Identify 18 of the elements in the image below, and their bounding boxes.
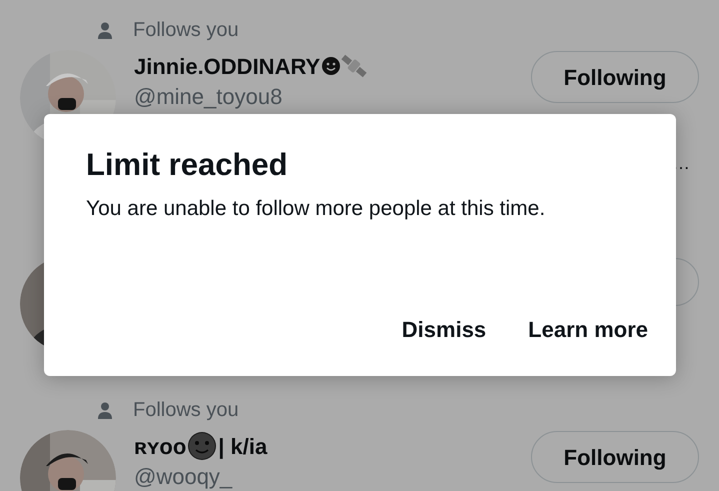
dialog-message: You are unable to follow more people at this time.	[86, 196, 546, 222]
smiley-icon	[187, 431, 218, 461]
follows-you-label: Follows you	[133, 18, 239, 43]
user-name: Jinnie.ODDINARY	[134, 52, 320, 80]
person-icon	[98, 22, 112, 38]
user-handle: @wooqy_	[134, 463, 234, 491]
following-button[interactable]: Following	[531, 51, 699, 103]
user-name: | k/ia	[218, 432, 268, 461]
satellite-icon	[340, 53, 368, 79]
learn-more-button[interactable]: Learn more	[528, 313, 648, 346]
dismiss-button[interactable]: Dismiss	[402, 313, 486, 346]
dialog-title: Limit reached	[86, 146, 289, 184]
following-button[interactable]: Following	[531, 431, 699, 483]
user-handle: @mine_toyou8	[134, 83, 284, 111]
person-icon	[98, 402, 112, 418]
smiley-icon	[322, 57, 340, 75]
user-name: ʀʏᴏᴏ	[134, 432, 186, 460]
follows-you-label: Follows you	[133, 398, 239, 423]
